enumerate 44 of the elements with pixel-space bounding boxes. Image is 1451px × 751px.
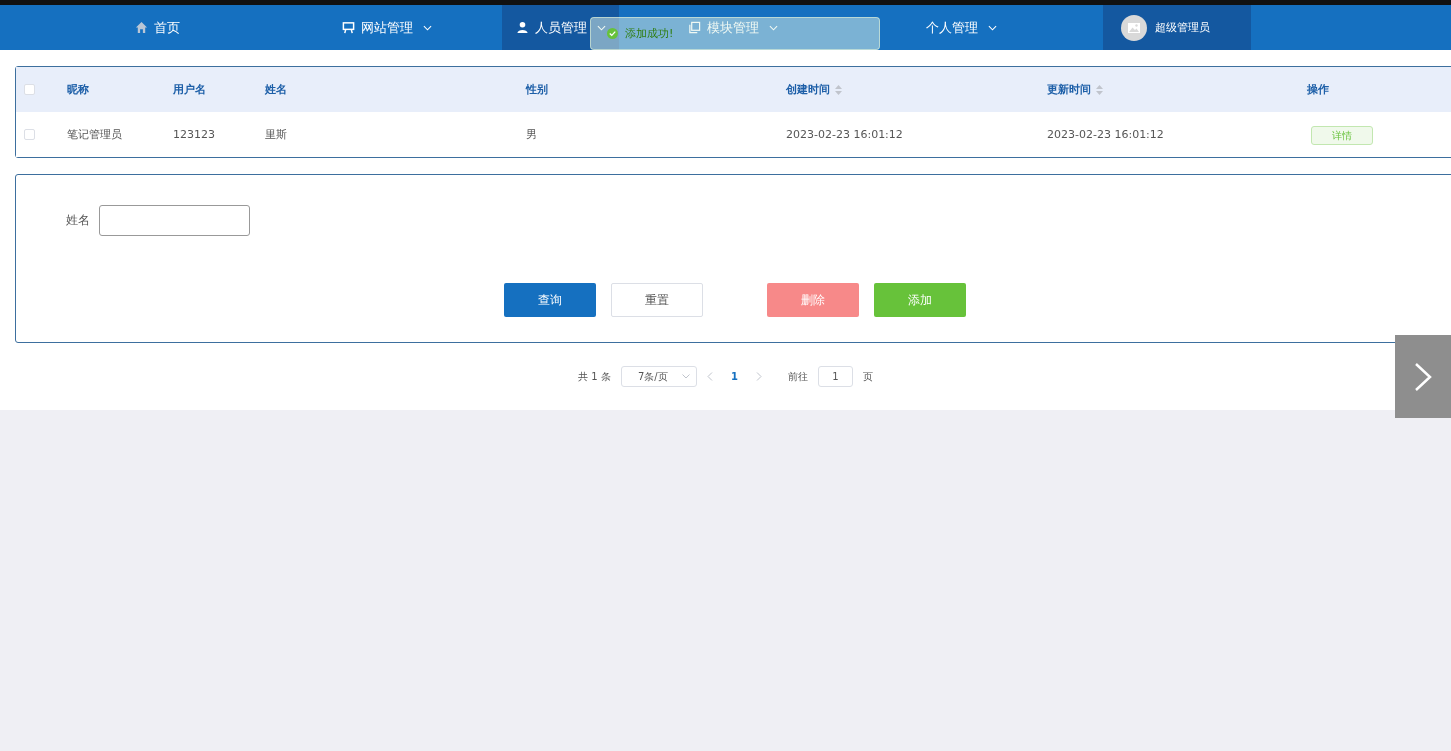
copy-icon [688,21,701,34]
column-header[interactable]: 创建时间 [786,82,830,97]
default-button[interactable]: 重置 [611,283,703,317]
name-input[interactable] [99,205,250,236]
sort-icon[interactable] [1096,84,1103,95]
total-count: 共 1 条 [578,369,611,384]
next-slide-button[interactable] [1395,335,1451,418]
column-header: 用户名 [173,82,206,97]
page-number[interactable]: 1 [722,371,746,382]
table-cell: 里斯 [265,128,287,141]
column-header: 姓名 [265,82,287,97]
table-cell: 笔记管理员 [67,128,122,141]
column-header: 昵称 [67,82,89,97]
column-header: 性别 [526,82,548,97]
row-checkbox[interactable] [24,129,35,140]
select-all-checkbox[interactable] [24,84,35,95]
chevron-right-icon [1414,361,1432,392]
column-header: 操作 [1307,82,1329,97]
toast-message: 添加成功! [625,26,674,41]
column-header[interactable]: 更新时间 [1047,82,1091,97]
primary-button[interactable]: 查询 [504,283,596,317]
page-size-select[interactable]: 7条/页 [620,366,697,387]
table-cell: 2023-02-23 16:01:12 [786,128,903,141]
page-jump-input[interactable]: 1 [817,366,853,387]
nav-menu-item[interactable]: 首页 [42,5,272,50]
check-circle-icon [607,28,618,39]
user-menu[interactable]: 超级管理员 [1103,5,1251,50]
avatar-icon [1121,14,1147,41]
user-icon [515,21,529,34]
table-cell: 男 [526,128,537,141]
table-cell: 123123 [173,128,215,141]
home-icon [134,21,148,34]
chevron-down-icon [681,374,690,379]
nav-menu-item[interactable]: 个人管理 [847,5,1075,50]
jump-label: 前往 [787,369,808,384]
previous-page-icon[interactable] [706,372,713,381]
nav-menu-item[interactable]: 网站管理 [272,5,502,50]
monitor-icon [342,21,355,34]
nav-menu-item[interactable]: 人员管理 [502,5,619,50]
sort-icon[interactable] [835,84,842,95]
page-unit-label: 页 [862,369,873,384]
next-page-icon[interactable] [755,372,762,381]
table-cell: 2023-02-23 16:01:12 [1047,128,1164,141]
field-label: 姓名 [66,212,90,229]
